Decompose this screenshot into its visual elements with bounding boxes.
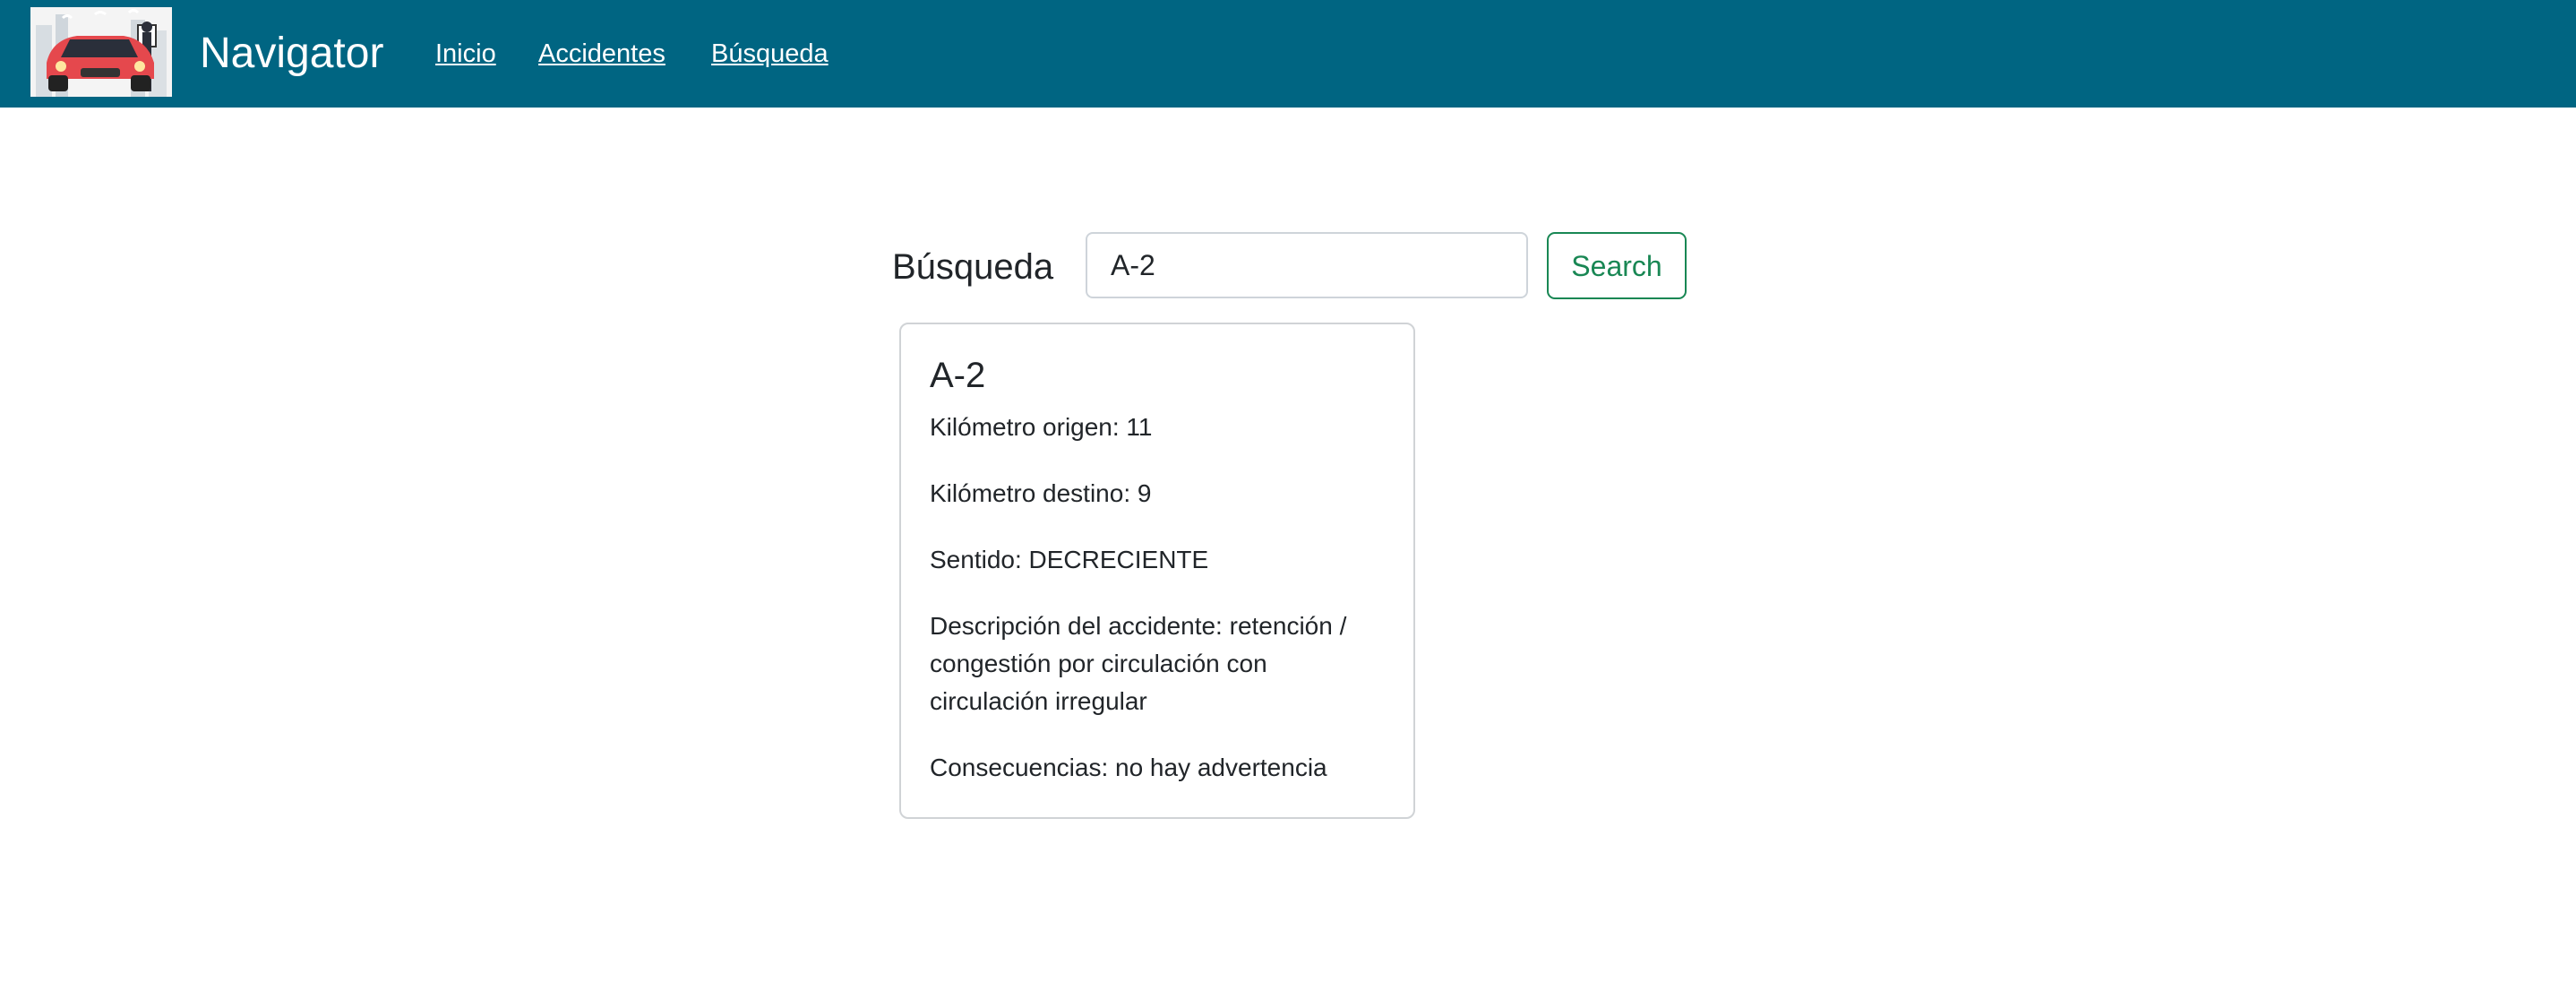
result-card-title: A-2 xyxy=(930,356,986,395)
search-label: Búsqueda xyxy=(892,247,1054,287)
search-button[interactable]: Search xyxy=(1547,232,1687,299)
car-logo-icon[interactable] xyxy=(30,7,172,97)
top-navbar: Navigator Inicio Accidentes Búsqueda xyxy=(0,0,2576,108)
description-text: Descripción del accidente: retención / c… xyxy=(930,612,1347,715)
km-origin-text: Kilómetro origen: 11 xyxy=(930,413,1153,441)
direction-text: Sentido: DECRECIENTE xyxy=(930,546,1209,573)
consequences-text: Consecuencias: no hay advertencia xyxy=(930,754,1327,781)
km-destination-text: Kilómetro destino: 9 xyxy=(930,479,1152,507)
nav-link-inicio[interactable]: Inicio xyxy=(435,38,496,70)
search-input[interactable] xyxy=(1086,232,1528,298)
nav-link-accidentes[interactable]: Accidentes xyxy=(538,38,665,70)
result-card: A-2 Kilómetro origen: 11 Kilómetro desti… xyxy=(899,323,1415,819)
nav-link-busqueda[interactable]: Búsqueda xyxy=(711,38,829,70)
brand-title[interactable]: Navigator xyxy=(200,27,383,81)
